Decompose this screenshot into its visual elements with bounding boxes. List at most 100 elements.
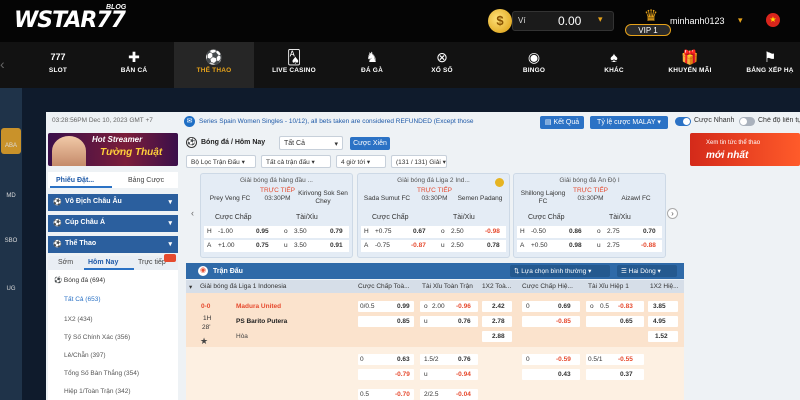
menu-correct-score[interactable]: Tỷ Số Chính Xác (356)	[64, 334, 130, 341]
tab-early[interactable]: Sớm	[58, 259, 73, 266]
card-live-label: TRỰC TIẾP	[572, 187, 609, 194]
nav-da-ga[interactable]: ♞ ĐÁ GÀ	[350, 42, 394, 88]
soccer-ball-icon: ⚽	[186, 137, 197, 148]
chevron-down-icon: ▾	[168, 199, 172, 206]
card-time: 03:30PM	[421, 195, 448, 202]
section-asia-cup[interactable]: ⚽ Cúp Châu Á ▾	[48, 215, 178, 232]
odds-row[interactable]: A -0.75 -0.87 u 2.50 0.78	[361, 240, 506, 252]
card-ou-header: Tài/Xỉu	[296, 214, 318, 221]
card-away-team: Semen Padang	[457, 195, 503, 202]
odds-row[interactable]: H +0.75 0.67 o 2.50 -0.98	[361, 226, 506, 238]
card-away-team: Kirivong Sok Sen Chey	[298, 190, 348, 205]
news-banner-title: mới nhất	[706, 150, 749, 161]
odds-cell[interactable]	[522, 301, 580, 312]
vip-badge: VIP 1	[625, 24, 671, 36]
league-count-select[interactable]: (131 / 131) Giải ▾	[391, 155, 447, 168]
odds-cell[interactable]	[586, 316, 644, 327]
sort-select[interactable]: ⇅ Lựa chọn bình thường ▾	[510, 265, 610, 277]
col-1x2: 1X2 Toà...	[482, 283, 512, 290]
nav-bang-xep-hang[interactable]: ⚑ BẢNG XẾP HẠ	[740, 42, 800, 88]
menu-1x2[interactable]: 1X2 (434)	[64, 316, 93, 323]
section-sports[interactable]: ⚽ Thể Thao ▾	[48, 236, 178, 253]
odds-cell[interactable]	[522, 316, 580, 327]
odds-cell[interactable]	[586, 301, 644, 312]
odds-cell[interactable]	[586, 369, 644, 380]
tab-today[interactable]: Hôm Nay	[88, 259, 118, 266]
provider-ug[interactable]: UG	[1, 286, 21, 292]
menu-soccer[interactable]: ⚽ Bóng đá (694)	[54, 276, 105, 284]
active-tab-underline	[50, 186, 112, 188]
odds-cell[interactable]	[522, 354, 580, 365]
chevron-right-icon[interactable]: ›	[667, 208, 678, 219]
username[interactable]: minhanh0123	[670, 16, 725, 26]
menu-ht-ft[interactable]: Hiệp 1/Toàn Trận (342)	[64, 388, 130, 395]
featured-match-card[interactable]: Giải bóng đá Ấn Độ I Shillong Lajong FC …	[513, 173, 666, 258]
continuous-mode-label: Chế độ liên tục	[758, 117, 800, 124]
nav-live-casino[interactable]: 🂡 LIVE CASINO	[268, 42, 320, 88]
provider-md[interactable]: MD	[1, 193, 21, 199]
time-range-select[interactable]: 4 giờ tới ▾	[336, 155, 386, 168]
soccer-ball-icon: ⚽	[53, 241, 62, 248]
market-select[interactable]: Tất Cả ▾	[279, 136, 343, 150]
nav-khac[interactable]: ♠ KHÁC	[594, 42, 634, 88]
parlay-button[interactable]: Cược Xiên	[350, 137, 390, 150]
league-name[interactable]: Giải bóng đá Liga 1 Indonesia	[200, 283, 286, 290]
tab-live[interactable]: Trực tiếp	[138, 259, 166, 266]
odds-row[interactable]: A +0.50 0.98 u 2.75 -0.88	[517, 240, 662, 252]
col-ou-h1: Tài Xỉu Hiệp 1	[588, 283, 629, 290]
trophy-icon: ⚽	[53, 199, 62, 206]
chevron-left-icon[interactable]: ‹	[0, 56, 5, 72]
section-euro[interactable]: ⚽ Vô Địch Châu Âu ▾	[48, 194, 178, 211]
announcement-ticker[interactable]: Series Spain Women Singles - 10/12), all…	[199, 118, 534, 125]
odds-row[interactable]: A +1.00 0.75 u 3.50 0.91	[204, 240, 349, 252]
menu-total-goals[interactable]: Tổng Số Bàn Thắng (354)	[64, 370, 139, 377]
view-mode-select[interactable]: ☰ Hai Dòng ▾	[617, 265, 677, 277]
logo-blog-tag: BLOG	[106, 4, 127, 11]
card-handicap-header: Cược Chấp	[215, 214, 252, 221]
chevron-left-icon[interactable]: ‹	[191, 208, 199, 220]
provider-sbo[interactable]: SBO	[1, 238, 21, 244]
fast-bet-toggle[interactable]	[675, 117, 691, 126]
all-matches-select[interactable]: Tất cả trận đấu ▾	[261, 155, 331, 168]
nav-slot[interactable]: 777 SLOT	[38, 42, 78, 88]
leaderboard-icon: ⚑	[763, 49, 777, 65]
card-ou-header: Tài/Xỉu	[609, 214, 631, 221]
odds-cell[interactable]	[522, 369, 580, 380]
col-1x2-h1: 1X2 Hiệ...	[650, 283, 679, 290]
nav-ban-ca[interactable]: ✚ BẮN CÁ	[112, 42, 156, 88]
site-logo[interactable]: WSTAR77	[14, 8, 126, 33]
results-button[interactable]: ▤ Kết Quả	[540, 116, 584, 129]
nav-the-thao[interactable]: ⚽ THỂ THAO	[174, 42, 254, 88]
chevron-down-icon[interactable]: ▾	[598, 14, 603, 25]
chevron-down-icon: ▾	[168, 241, 172, 248]
collapse-icon[interactable]: ▾	[189, 283, 192, 291]
bingo-icon: ◉	[527, 49, 541, 65]
odds-row[interactable]: H -1.00 0.95 o 3.50 0.79	[204, 226, 349, 238]
card-ou-header: Tài/Xỉu	[453, 214, 475, 221]
live-badge	[164, 254, 176, 262]
card-home-team: Prey Veng FC	[209, 195, 251, 202]
continuous-mode-toggle[interactable]	[739, 117, 755, 126]
other-icon: ♠	[610, 49, 618, 65]
rooster-icon: ♞	[365, 49, 379, 65]
tab-bet-table[interactable]: Bảng Cược	[128, 177, 164, 184]
featured-match-card[interactable]: Giải bóng đá Liga 2 Ind... Sada Sumut FC…	[357, 173, 510, 258]
menu-odd-even[interactable]: Lẻ/Chẵn (397)	[64, 352, 106, 359]
vietnam-flag-icon[interactable]: ★	[766, 13, 780, 27]
odds-type-select[interactable]: Tỷ lệ cược MALAY ▾	[590, 116, 668, 129]
soccer-ball-icon: ⚽	[54, 277, 64, 284]
match-filter-select[interactable]: Bộ Lọc Trận Đấu ▾	[186, 155, 256, 168]
nav-bingo[interactable]: ◉ BINGO	[514, 42, 554, 88]
star-icon[interactable]: ★	[200, 336, 208, 347]
cards-icon: 🂡	[286, 49, 302, 65]
odds-row[interactable]: H -0.50 0.86 o 2.75 0.70	[517, 226, 662, 238]
featured-match-card[interactable]: Giải bóng đá hàng đầu ... Prey Veng FC T…	[200, 173, 353, 258]
nav-khuyen-mai[interactable]: 🎁 KHUYẾN MÃI	[664, 42, 716, 88]
card-time: 03:30PM	[264, 195, 291, 202]
provider-aba[interactable]: ABA	[1, 128, 21, 154]
chevron-down-icon[interactable]: ▾	[738, 15, 743, 26]
tab-bet-slip[interactable]: Phiếu Đặt...	[56, 177, 94, 184]
menu-all[interactable]: Tất Cả (653)	[64, 296, 101, 303]
nav-xo-so[interactable]: ⊗ XỔ SỐ	[420, 42, 464, 88]
card-time: 03:30PM	[577, 195, 604, 202]
